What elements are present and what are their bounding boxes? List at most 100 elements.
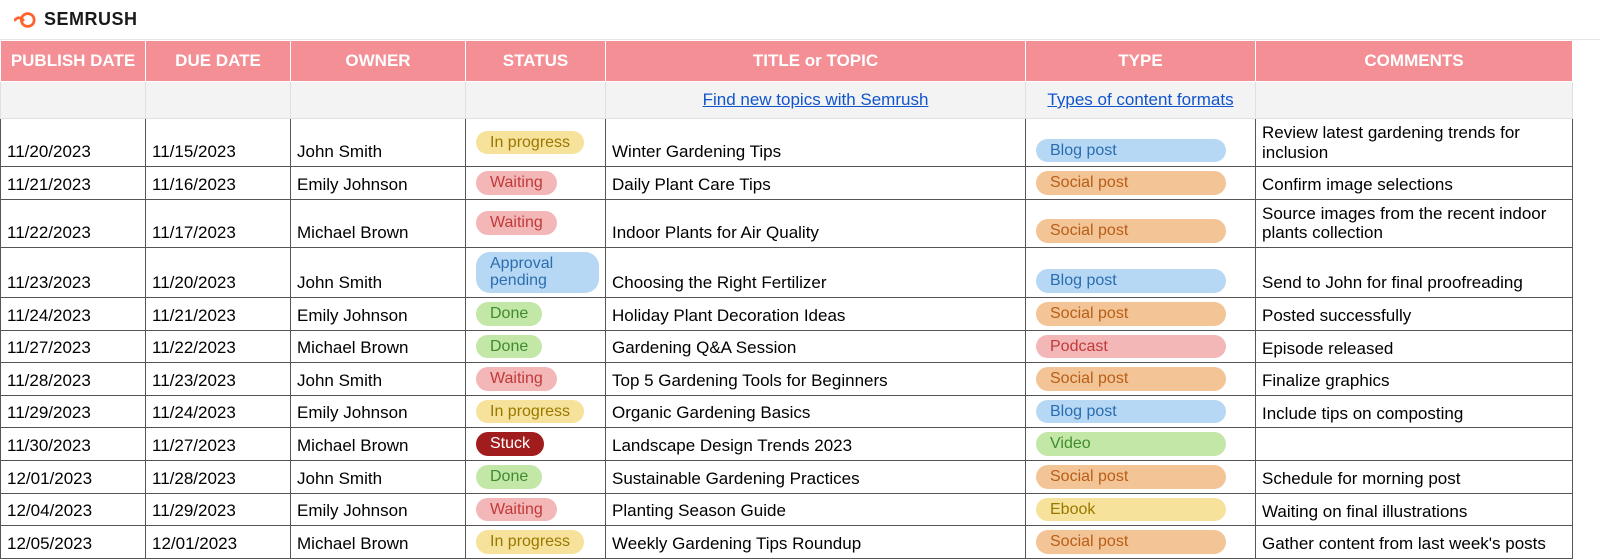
cell-due-date[interactable]: 11/16/2023: [146, 167, 291, 200]
cell-type[interactable]: Social post: [1026, 199, 1256, 247]
cell-title[interactable]: Organic Gardening Basics: [606, 395, 1026, 428]
cell-publish-date[interactable]: 11/27/2023: [1, 330, 146, 363]
cell-status[interactable]: In progress: [466, 395, 606, 428]
cell-owner[interactable]: Michael Brown: [291, 526, 466, 559]
cell-title[interactable]: Planting Season Guide: [606, 493, 1026, 526]
cell-owner[interactable]: Emily Johnson: [291, 395, 466, 428]
cell-title[interactable]: Holiday Plant Decoration Ideas: [606, 297, 1026, 330]
cell-due-date[interactable]: 12/01/2023: [146, 526, 291, 559]
cell-publish-date[interactable]: 12/01/2023: [1, 460, 146, 493]
cell-owner[interactable]: Emily Johnson: [291, 167, 466, 200]
header-due-date[interactable]: DUE DATE: [146, 41, 291, 82]
header-title[interactable]: TITLE or TOPIC: [606, 41, 1026, 82]
cell-publish-date[interactable]: 11/30/2023: [1, 428, 146, 461]
cell-publish-date[interactable]: 11/20/2023: [1, 119, 146, 167]
cell-type[interactable]: Podcast: [1026, 330, 1256, 363]
cell-publish-date[interactable]: 12/05/2023: [1, 526, 146, 559]
header-status[interactable]: STATUS: [466, 41, 606, 82]
empty-cell[interactable]: [291, 82, 466, 119]
cell-due-date[interactable]: 11/29/2023: [146, 493, 291, 526]
cell-type[interactable]: Ebook: [1026, 493, 1256, 526]
header-type[interactable]: TYPE: [1026, 41, 1256, 82]
cell-status[interactable]: In progress: [466, 119, 606, 167]
cell-comments[interactable]: Waiting on final illustrations: [1256, 493, 1573, 526]
cell-due-date[interactable]: 11/24/2023: [146, 395, 291, 428]
cell-comments[interactable]: Posted successfully: [1256, 297, 1573, 330]
cell-owner[interactable]: Michael Brown: [291, 330, 466, 363]
empty-cell[interactable]: [1256, 82, 1573, 119]
empty-cell[interactable]: [466, 82, 606, 119]
cell-title[interactable]: Landscape Design Trends 2023: [606, 428, 1026, 461]
cell-publish-date[interactable]: 11/21/2023: [1, 167, 146, 200]
cell-comments[interactable]: Finalize graphics: [1256, 363, 1573, 396]
cell-status[interactable]: Waiting: [466, 199, 606, 247]
cell-due-date[interactable]: 11/15/2023: [146, 119, 291, 167]
cell-type[interactable]: Social post: [1026, 460, 1256, 493]
cell-due-date[interactable]: 11/17/2023: [146, 199, 291, 247]
cell-comments[interactable]: [1256, 428, 1573, 461]
cell-owner[interactable]: John Smith: [291, 247, 466, 297]
cell-publish-date[interactable]: 11/29/2023: [1, 395, 146, 428]
cell-publish-date[interactable]: 11/23/2023: [1, 247, 146, 297]
cell-type[interactable]: Blog post: [1026, 247, 1256, 297]
cell-status[interactable]: Waiting: [466, 493, 606, 526]
cell-due-date[interactable]: 11/23/2023: [146, 363, 291, 396]
cell-type[interactable]: Video: [1026, 428, 1256, 461]
cell-title[interactable]: Winter Gardening Tips: [606, 119, 1026, 167]
cell-type[interactable]: Social post: [1026, 167, 1256, 200]
cell-status[interactable]: Approval pending: [466, 247, 606, 297]
cell-comments[interactable]: Include tips on composting: [1256, 395, 1573, 428]
cell-status[interactable]: Stuck: [466, 428, 606, 461]
header-publish-date[interactable]: PUBLISH DATE: [1, 41, 146, 82]
cell-status[interactable]: Done: [466, 297, 606, 330]
cell-title[interactable]: Daily Plant Care Tips: [606, 167, 1026, 200]
empty-cell[interactable]: [1, 82, 146, 119]
cell-title[interactable]: Gardening Q&A Session: [606, 330, 1026, 363]
cell-comments[interactable]: Send to John for final proofreading: [1256, 247, 1573, 297]
cell-owner[interactable]: Michael Brown: [291, 199, 466, 247]
cell-title[interactable]: Indoor Plants for Air Quality: [606, 199, 1026, 247]
cell-publish-date[interactable]: 12/04/2023: [1, 493, 146, 526]
cell-title[interactable]: Choosing the Right Fertilizer: [606, 247, 1026, 297]
cell-status[interactable]: Done: [466, 330, 606, 363]
cell-due-date[interactable]: 11/22/2023: [146, 330, 291, 363]
cell-type[interactable]: Social post: [1026, 526, 1256, 559]
cell-owner[interactable]: Emily Johnson: [291, 493, 466, 526]
header-owner[interactable]: OWNER: [291, 41, 466, 82]
empty-cell[interactable]: [146, 82, 291, 119]
cell-owner[interactable]: John Smith: [291, 119, 466, 167]
cell-title[interactable]: Weekly Gardening Tips Roundup: [606, 526, 1026, 559]
cell-status[interactable]: Waiting: [466, 167, 606, 200]
cell-title[interactable]: Sustainable Gardening Practices: [606, 460, 1026, 493]
cell-due-date[interactable]: 11/21/2023: [146, 297, 291, 330]
cell-publish-date[interactable]: 11/28/2023: [1, 363, 146, 396]
cell-comments[interactable]: Source images from the recent indoor pla…: [1256, 199, 1573, 247]
cell-status[interactable]: Waiting: [466, 363, 606, 396]
link-cell-topics[interactable]: Find new topics with Semrush: [606, 82, 1026, 119]
cell-status[interactable]: Done: [466, 460, 606, 493]
cell-owner[interactable]: John Smith: [291, 363, 466, 396]
cell-owner[interactable]: Michael Brown: [291, 428, 466, 461]
cell-status[interactable]: In progress: [466, 526, 606, 559]
content-formats-link[interactable]: Types of content formats: [1047, 90, 1233, 109]
cell-comments[interactable]: Review latest gardening trends for inclu…: [1256, 119, 1573, 167]
cell-due-date[interactable]: 11/28/2023: [146, 460, 291, 493]
cell-comments[interactable]: Episode released: [1256, 330, 1573, 363]
cell-type[interactable]: Social post: [1026, 363, 1256, 396]
cell-owner[interactable]: John Smith: [291, 460, 466, 493]
find-topics-link[interactable]: Find new topics with Semrush: [703, 90, 929, 109]
cell-publish-date[interactable]: 11/24/2023: [1, 297, 146, 330]
cell-type[interactable]: Social post: [1026, 297, 1256, 330]
cell-comments[interactable]: Schedule for morning post: [1256, 460, 1573, 493]
cell-due-date[interactable]: 11/27/2023: [146, 428, 291, 461]
cell-due-date[interactable]: 11/20/2023: [146, 247, 291, 297]
cell-title[interactable]: Top 5 Gardening Tools for Beginners: [606, 363, 1026, 396]
cell-type[interactable]: Blog post: [1026, 119, 1256, 167]
cell-comments[interactable]: Confirm image selections: [1256, 167, 1573, 200]
header-comments[interactable]: COMMENTS: [1256, 41, 1573, 82]
cell-comments[interactable]: Gather content from last week's posts: [1256, 526, 1573, 559]
cell-type[interactable]: Blog post: [1026, 395, 1256, 428]
cell-publish-date[interactable]: 11/22/2023: [1, 199, 146, 247]
link-cell-formats[interactable]: Types of content formats: [1026, 82, 1256, 119]
cell-owner[interactable]: Emily Johnson: [291, 297, 466, 330]
